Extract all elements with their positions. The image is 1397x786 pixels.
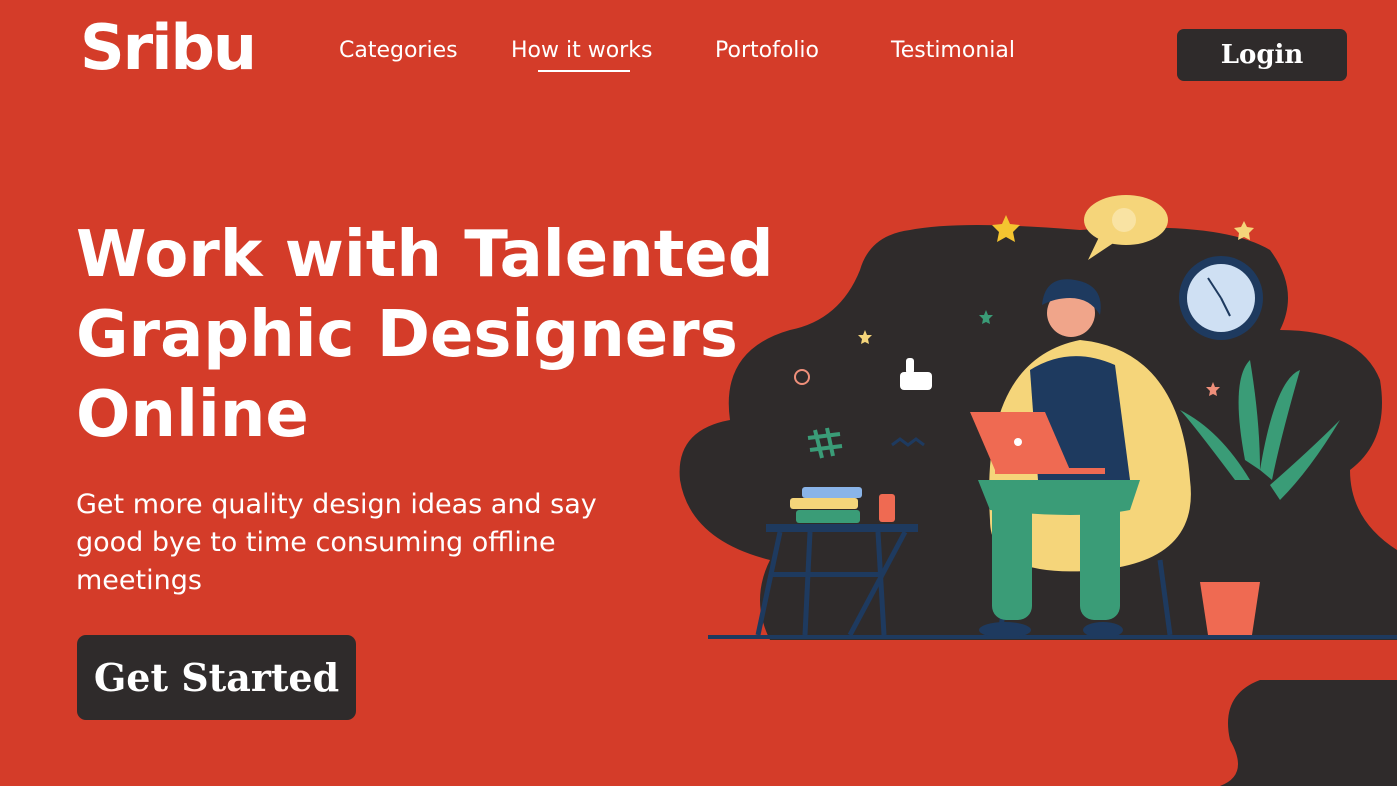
hero-subtitle: Get more quality design ideas and say go… — [76, 489, 597, 596]
brand-logo[interactable]: Sribu — [80, 10, 257, 86]
hero-title-line: Graphic Designers — [76, 298, 738, 372]
mug — [879, 494, 895, 522]
nav-item-how-it-works[interactable]: How it works — [511, 38, 652, 63]
get-started-button[interactable]: Get Started — [77, 635, 356, 720]
nav-item-testimonial[interactable]: Testimonial — [891, 38, 1015, 63]
nav-item-portofolio[interactable]: Portofolio — [715, 38, 819, 63]
login-button[interactable]: Login — [1177, 29, 1347, 81]
decorative-blob — [1220, 680, 1397, 786]
hero-illustration — [679, 195, 1397, 640]
nav-item-categories[interactable]: Categories — [339, 38, 458, 63]
hero-title-line: Online — [76, 378, 309, 452]
active-nav-underline — [538, 70, 630, 72]
clock-icon — [1179, 256, 1263, 340]
